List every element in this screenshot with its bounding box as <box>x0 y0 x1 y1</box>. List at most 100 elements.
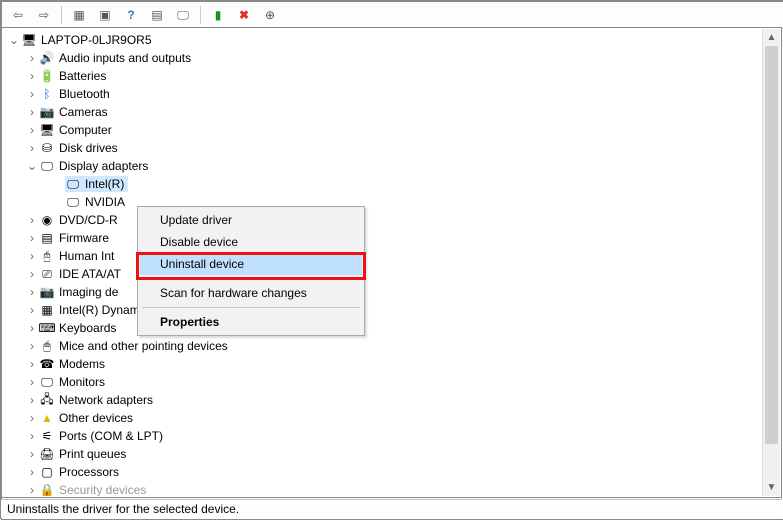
help-icon[interactable]: ? <box>119 3 143 27</box>
device-icon: 🖵 <box>65 176 81 192</box>
collapse-icon[interactable]: ⌄ <box>25 159 39 173</box>
tree-label: DVD/CD-R <box>59 213 118 227</box>
uninstall-icon[interactable]: ⊕ <box>258 3 282 27</box>
device-icon: 🖵 <box>39 374 55 390</box>
tree-row[interactable]: ›🖱Mice and other pointing devices <box>3 337 780 355</box>
scroll-thumb[interactable] <box>765 46 778 444</box>
tree-row[interactable]: ›▲Other devices <box>3 409 780 427</box>
expand-icon[interactable]: › <box>25 321 39 335</box>
tree-row[interactable]: ›🖰Human Int <box>3 247 780 265</box>
context-menu-item[interactable]: Disable device <box>140 231 362 253</box>
tree-row[interactable]: ›🖵NVIDIA <box>3 193 780 211</box>
expand-icon[interactable]: › <box>25 123 39 137</box>
expand-icon[interactable]: › <box>25 87 39 101</box>
context-menu-item[interactable]: Uninstall device <box>140 253 362 275</box>
context-menu-item[interactable]: Properties <box>140 311 362 333</box>
context-menu-item[interactable]: Scan for hardware changes <box>140 282 362 304</box>
properties-icon[interactable]: ▤ <box>145 3 169 27</box>
device-icon: 🖵 <box>65 194 81 210</box>
scroll-up-icon[interactable]: ▲ <box>763 29 780 46</box>
disable-icon[interactable]: ✖ <box>232 3 256 27</box>
tree-row[interactable]: ›▢Processors <box>3 463 780 481</box>
expand-icon[interactable]: › <box>25 267 39 281</box>
tree-label: Intel(R) <box>85 177 128 191</box>
tree-row[interactable]: ›🖥Computer <box>3 121 780 139</box>
context-menu-label: Disable device <box>160 235 238 249</box>
expand-icon[interactable]: › <box>25 483 39 496</box>
status-text: Uninstalls the driver for the selected d… <box>7 502 239 516</box>
tree-row[interactable]: ›ᛒBluetooth <box>3 85 780 103</box>
toolbar-separator <box>200 6 201 24</box>
expand-icon[interactable]: › <box>25 357 39 371</box>
context-menu-separator <box>142 307 360 308</box>
tree-row[interactable]: ›▤Firmware <box>3 229 780 247</box>
collapse-icon[interactable]: ⌄ <box>7 33 21 47</box>
device-icon: ▦ <box>39 302 55 318</box>
context-menu-label: Properties <box>160 315 219 329</box>
tree-row[interactable]: ›🖵 Monitors <box>3 373 780 391</box>
expand-icon[interactable]: › <box>25 69 39 83</box>
tree-row[interactable]: ›📷Imaging de <box>3 283 780 301</box>
tree-row[interactable]: ›⎚ IDE ATA/AT <box>3 265 780 283</box>
tree-row[interactable]: ›🖧Network adapters <box>3 391 780 409</box>
context-menu-item[interactable]: Update driver <box>140 209 362 231</box>
tree-label: Display adapters <box>59 159 148 173</box>
tree-label: Monitors <box>59 375 105 389</box>
expand-icon[interactable]: › <box>25 51 39 65</box>
tree-label: Disk drives <box>59 141 118 155</box>
expand-icon[interactable]: › <box>25 231 39 245</box>
expand-icon[interactable]: › <box>25 303 39 317</box>
tree-row[interactable]: ⌄🖥LAPTOP-0LJR9OR5 <box>3 31 780 49</box>
expand-icon[interactable]: › <box>25 375 39 389</box>
tree-row[interactable]: ›⚟Ports (COM & LPT) <box>3 427 780 445</box>
tree-row[interactable]: ›🔊 Audio inputs and outputs <box>3 49 780 67</box>
tree-row[interactable]: ›🔒Security devices <box>3 481 780 496</box>
tree-label: LAPTOP-0LJR9OR5 <box>41 33 152 47</box>
device-icon: 📷 <box>39 284 55 300</box>
device-tree[interactable]: ⌄🖥LAPTOP-0LJR9OR5›🔊Audio inputs and outp… <box>3 29 780 496</box>
tree-label: Firmware <box>59 231 109 245</box>
tree-row[interactable]: ›⛁Disk drives <box>3 139 780 157</box>
tree-label: Audio inputs and outputs <box>59 51 191 65</box>
tree-label: Print queues <box>59 447 126 461</box>
tree-row[interactable]: ›🖨Print queues <box>3 445 780 463</box>
expand-icon[interactable]: › <box>25 393 39 407</box>
expand-icon[interactable]: › <box>25 429 39 443</box>
device-icon: ⎚ <box>39 266 55 282</box>
expand-icon[interactable]: › <box>25 141 39 155</box>
show-hidden-icon[interactable]: ▦ <box>67 3 91 27</box>
expand-icon[interactable]: › <box>25 447 39 461</box>
forward-icon[interactable]: ⇨ <box>32 3 56 27</box>
scroll-track[interactable] <box>763 46 780 479</box>
expand-icon[interactable]: › <box>25 213 39 227</box>
device-icon: ▢ <box>39 464 55 480</box>
refresh-icon[interactable]: ▣ <box>93 3 117 27</box>
tree-label: Cameras <box>59 105 108 119</box>
device-icon: ⚟ <box>39 428 55 444</box>
tree-row[interactable]: ›📷Cameras <box>3 103 780 121</box>
expand-icon[interactable]: › <box>25 105 39 119</box>
tree-label: IDE ATA/AT <box>59 267 121 281</box>
enable-icon[interactable]: ▮ <box>206 3 230 27</box>
expand-icon[interactable]: › <box>25 249 39 263</box>
tree-row[interactable]: ›◉DVD/CD-R <box>3 211 780 229</box>
tree-row[interactable]: ›🖵Intel(R) <box>3 175 780 193</box>
device-icon: 🔊 <box>39 50 55 66</box>
update-driver-icon[interactable]: 🖵 <box>171 3 195 27</box>
device-tree-container: ⌄🖥LAPTOP-0LJR9OR5›🔊Audio inputs and outp… <box>1 27 782 498</box>
context-menu: Update driver Disable device Uninstall dev… <box>137 206 365 336</box>
context-menu-separator <box>142 278 360 279</box>
expand-icon[interactable]: › <box>25 285 39 299</box>
device-icon: 🖧 <box>39 392 55 408</box>
expand-icon[interactable]: › <box>25 339 39 353</box>
expand-icon[interactable]: › <box>25 411 39 425</box>
tree-row[interactable]: ›🔋Batteries <box>3 67 780 85</box>
vertical-scrollbar[interactable]: ▲ ▼ <box>762 29 780 496</box>
tree-row[interactable]: ⌄🖵Display adapters <box>3 157 780 175</box>
back-icon[interactable]: ⇦ <box>6 3 30 27</box>
expand-icon[interactable]: › <box>25 465 39 479</box>
tree-row[interactable]: ›▦Intel(R) Dynamic Platform and Thermal … <box>3 301 780 319</box>
tree-row[interactable]: ›☎Modems <box>3 355 780 373</box>
tree-row[interactable]: ›⌨Keyboards <box>3 319 780 337</box>
scroll-down-icon[interactable]: ▼ <box>763 479 780 496</box>
